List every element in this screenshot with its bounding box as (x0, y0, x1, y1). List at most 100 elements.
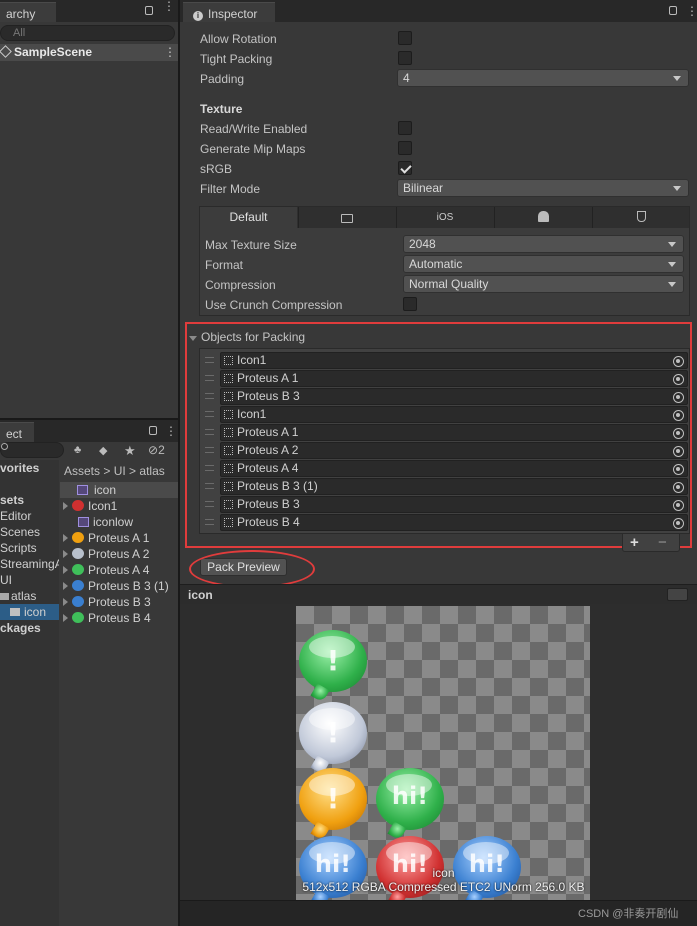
file-iconlow[interactable]: iconlow (60, 514, 133, 530)
object-picker-icon[interactable] (673, 446, 684, 457)
format-dropdown[interactable]: Automatic (403, 255, 684, 273)
drag-handle-icon[interactable] (205, 465, 214, 471)
breadcrumb-ui[interactable]: UI (114, 464, 126, 478)
more-menu-icon[interactable]: ⋮ (163, 0, 175, 17)
tree-ui[interactable]: UI (0, 572, 12, 588)
tight-packing-checkbox[interactable] (398, 51, 412, 65)
object-picker-icon[interactable] (673, 410, 684, 421)
file-proteus-a2[interactable]: Proteus A 2 (60, 546, 149, 562)
object-picker-icon[interactable] (673, 518, 684, 529)
add-element-button[interactable]: + (630, 534, 639, 551)
object-field[interactable]: Proteus A 4 (220, 460, 688, 477)
object-row[interactable]: Proteus B 3 (200, 496, 688, 514)
object-field[interactable]: Icon1 (220, 406, 688, 423)
scene-row[interactable]: SampleScene ⋮ (0, 44, 178, 61)
object-picker-icon[interactable] (673, 356, 684, 367)
filter-label-icon[interactable]: ◆ (99, 444, 107, 457)
rgb-channel-icon[interactable] (667, 588, 688, 601)
object-field[interactable]: Proteus A 1 (220, 424, 688, 441)
filter-type-icon[interactable]: ♣ (74, 444, 86, 456)
object-row[interactable]: Proteus A 1 (200, 370, 688, 388)
breadcrumb-assets[interactable]: Assets (64, 464, 100, 478)
object-field[interactable]: Proteus B 3 (220, 388, 688, 405)
platform-tab-standalone[interactable] (298, 207, 395, 228)
drag-handle-icon[interactable] (205, 429, 214, 435)
tree-packages[interactable]: ckages (0, 620, 41, 636)
project-lock-icon[interactable] (149, 426, 157, 435)
expand-arrow[interactable] (63, 566, 68, 574)
project-menu-icon[interactable]: ⋮ (165, 424, 177, 438)
file-icon1[interactable]: Icon1 (60, 498, 117, 514)
object-picker-icon[interactable] (673, 374, 684, 385)
objects-header[interactable]: Objects for Packing (189, 328, 305, 346)
hidden-count-icon[interactable]: ⊘2 (148, 443, 165, 457)
drag-handle-icon[interactable] (205, 375, 214, 381)
drag-handle-icon[interactable] (205, 393, 214, 399)
object-row[interactable]: Icon1 (200, 406, 688, 424)
object-field[interactable]: Proteus A 1 (220, 370, 688, 387)
read-write-checkbox[interactable] (398, 121, 412, 135)
object-row[interactable]: Proteus B 4 (200, 514, 688, 532)
filter-mode-dropdown[interactable]: Bilinear (397, 179, 689, 197)
expand-arrow[interactable] (63, 534, 68, 542)
file-proteus-b3-1[interactable]: Proteus B 3 (1) (60, 578, 169, 594)
favorite-star-icon[interactable]: ★ (124, 443, 136, 459)
inspector-lock-icon[interactable] (669, 6, 677, 15)
expand-arrow[interactable] (63, 502, 68, 510)
object-field[interactable]: Proteus A 2 (220, 442, 688, 459)
object-field[interactable]: Proteus B 4 (220, 514, 688, 531)
tree-favorites[interactable]: vorites (0, 460, 39, 476)
project-tab[interactable]: ect (0, 422, 34, 444)
inspector-tab[interactable]: i Inspector (183, 2, 275, 24)
project-search-input[interactable] (0, 442, 64, 458)
object-row[interactable]: Proteus B 3 (1) (200, 478, 688, 496)
object-field[interactable]: Proteus B 3 (1) (220, 478, 688, 495)
expand-arrow[interactable] (63, 598, 68, 606)
mip-maps-checkbox[interactable] (398, 141, 412, 155)
object-picker-icon[interactable] (673, 428, 684, 439)
drag-handle-icon[interactable] (205, 411, 214, 417)
foldout-arrow[interactable] (189, 336, 197, 341)
breadcrumb-atlas[interactable]: atlas (139, 464, 164, 478)
platform-tab-webgl[interactable] (592, 207, 689, 228)
drag-handle-icon[interactable] (205, 519, 214, 525)
tree-assets[interactable]: sets (0, 492, 24, 508)
tree-atlas[interactable]: atlas (0, 588, 36, 604)
tree-scripts[interactable]: Scripts (0, 540, 37, 556)
hierarchy-search-input[interactable]: All (0, 25, 175, 41)
drag-handle-icon[interactable] (205, 501, 214, 507)
platform-tab-android[interactable] (494, 207, 591, 228)
object-row[interactable]: Icon1 (200, 352, 688, 370)
file-proteus-a1[interactable]: Proteus A 1 (60, 530, 149, 546)
expand-arrow[interactable] (63, 550, 68, 558)
file-proteus-b3[interactable]: Proteus B 3 (60, 594, 151, 610)
platform-tab-ios[interactable]: iOS (396, 207, 493, 228)
drag-handle-icon[interactable] (205, 447, 214, 453)
tree-streaming[interactable]: StreamingA (0, 556, 59, 572)
remove-element-button[interactable]: − (658, 534, 667, 551)
tree-icon-folder[interactable]: icon (0, 604, 59, 620)
object-row[interactable]: Proteus A 2 (200, 442, 688, 460)
hierarchy-tab[interactable]: archy (0, 2, 56, 24)
max-size-dropdown[interactable]: 2048 (403, 235, 684, 253)
drag-handle-icon[interactable] (205, 357, 214, 363)
platform-tab-default[interactable]: Default (200, 207, 297, 229)
compression-dropdown[interactable]: Normal Quality (403, 275, 684, 293)
expand-arrow[interactable] (63, 614, 68, 622)
object-row[interactable]: Proteus A 1 (200, 424, 688, 442)
scene-menu-icon[interactable]: ⋮ (164, 45, 176, 59)
padding-dropdown[interactable]: 4 (397, 69, 689, 87)
object-picker-icon[interactable] (673, 500, 684, 511)
expand-arrow[interactable] (63, 582, 68, 590)
tree-scenes[interactable]: Scenes (0, 524, 40, 540)
drag-handle-icon[interactable] (205, 483, 214, 489)
crunch-checkbox[interactable] (403, 297, 417, 311)
tree-editor[interactable]: Editor (0, 508, 31, 524)
object-field[interactable]: Proteus B 3 (220, 496, 688, 513)
file-icon-atlas[interactable]: icon (60, 482, 178, 498)
file-proteus-a4[interactable]: Proteus A 4 (60, 562, 149, 578)
object-row[interactable]: Proteus A 4 (200, 460, 688, 478)
object-picker-icon[interactable] (673, 482, 684, 493)
file-proteus-b4[interactable]: Proteus B 4 (60, 610, 151, 626)
allow-rotation-checkbox[interactable] (398, 31, 412, 45)
